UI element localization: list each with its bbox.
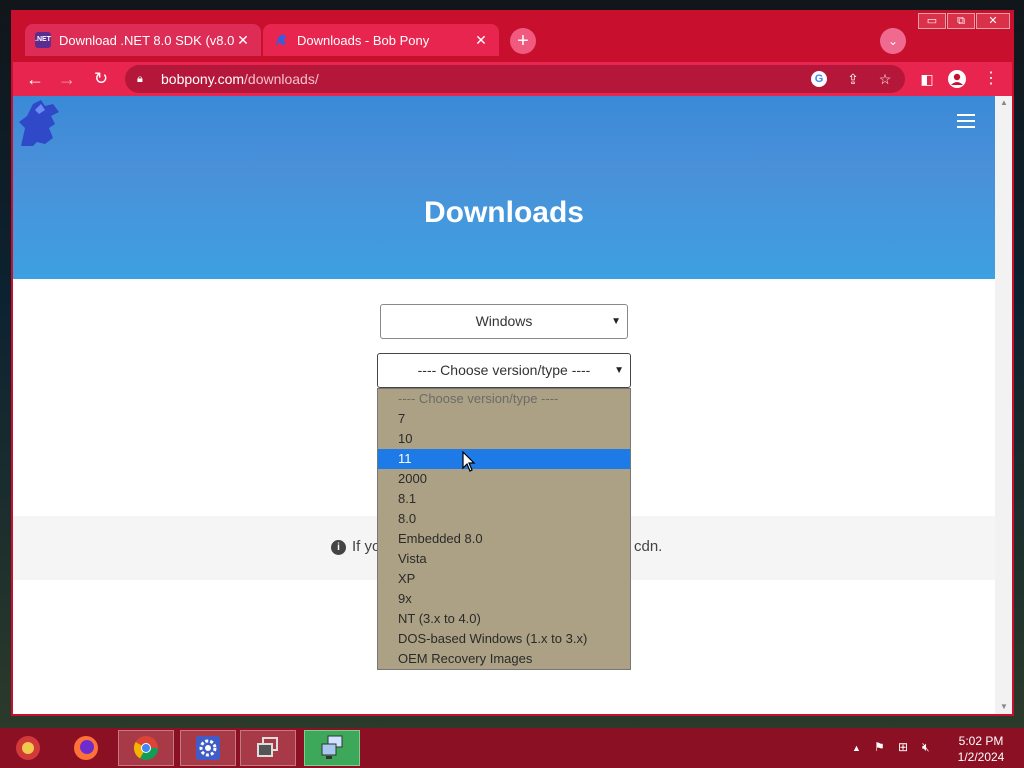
- tab-search-button[interactable]: ⌄: [880, 28, 906, 54]
- minimize-button[interactable]: ▭: [918, 13, 946, 29]
- dropdown-option[interactable]: DOS-based Windows (1.x to 3.x): [378, 629, 630, 649]
- taskbar: ▲ ⚑ ⊞ 🔇︎ 5:02 PM 1/2/2024: [0, 728, 1024, 768]
- version-select-value: ---- Choose version/type ----: [417, 362, 591, 378]
- lock-icon: 🔒︎: [137, 72, 143, 85]
- network-icon[interactable]: ⊞: [898, 740, 908, 754]
- dropdown-option-highlighted[interactable]: 11: [378, 449, 630, 469]
- mouse-cursor-icon: [462, 451, 476, 472]
- dropdown-option[interactable]: NT (3.x to 4.0): [378, 609, 630, 629]
- profile-avatar-icon[interactable]: [945, 67, 969, 91]
- task-view-icon[interactable]: [240, 730, 296, 766]
- hamburger-menu-icon[interactable]: [957, 114, 975, 128]
- tab-strip: ▭ ⧉ ✕ .NET Download .NET 8.0 SDK (v8.0.1…: [13, 12, 1012, 62]
- dropdown-option[interactable]: ---- Choose version/type ----: [378, 389, 630, 409]
- firefox-icon[interactable]: [58, 730, 114, 766]
- back-icon[interactable]: ←: [23, 67, 47, 91]
- browser-toolbar: ← → ↻ 🔒︎ bobpony.com/downloads/ G ⇪ ☆ ◧ …: [13, 62, 1012, 96]
- dropdown-option[interactable]: 8.0: [378, 509, 630, 529]
- version-dropdown-list: ---- Choose version/type ---- 7 10 11 20…: [377, 388, 631, 670]
- volume-muted-icon[interactable]: 🔇︎: [922, 740, 930, 755]
- dropdown-option[interactable]: Embedded 8.0: [378, 529, 630, 549]
- os-select-value: Windows: [475, 313, 533, 329]
- dropdown-option[interactable]: OEM Recovery Images: [378, 649, 630, 669]
- dropdown-option[interactable]: XP: [378, 569, 630, 589]
- bob-pony-favicon-icon: [273, 32, 289, 48]
- address-bar[interactable]: 🔒︎ bobpony.com/downloads/ G ⇪ ☆: [125, 65, 905, 93]
- tab-close-icon[interactable]: ✕: [235, 32, 251, 49]
- chevron-down-icon: ▼: [611, 316, 621, 327]
- info-text-left: i If yo: [331, 538, 380, 555]
- show-hidden-icons-icon[interactable]: ▲: [852, 743, 861, 753]
- tab-close-icon[interactable]: ✕: [473, 32, 489, 49]
- reload-icon[interactable]: ↻: [89, 67, 113, 91]
- tab-dotnet-sdk[interactable]: .NET Download .NET 8.0 SDK (v8.0.100 ✕: [25, 24, 261, 56]
- dropdown-option[interactable]: 2000: [378, 469, 630, 489]
- scroll-up-icon[interactable]: ▲: [1000, 98, 1008, 107]
- settings-icon[interactable]: [180, 730, 236, 766]
- os-select[interactable]: Windows ▼: [380, 304, 628, 339]
- clock-date: 1/2/2024: [957, 750, 1005, 764]
- side-panel-icon[interactable]: ◧: [915, 67, 939, 91]
- browser-window: ▭ ⧉ ✕ .NET Download .NET 8.0 SDK (v8.0.1…: [11, 10, 1014, 716]
- kebab-menu-icon[interactable]: ⋮: [979, 67, 1003, 91]
- share-icon[interactable]: ⇪: [841, 65, 865, 93]
- url-path: /downloads/: [244, 71, 319, 87]
- restore-button[interactable]: ⧉: [947, 13, 975, 29]
- tab-title: Download .NET 8.0 SDK (v8.0.100: [59, 32, 235, 48]
- tab-downloads-bob-pony[interactable]: Downloads - Bob Pony ✕: [263, 24, 499, 56]
- page-scrollbar[interactable]: ▲ ▼: [995, 96, 1012, 714]
- page-title: Downloads: [423, 196, 584, 229]
- flag-icon[interactable]: ⚑: [874, 740, 885, 754]
- dropdown-option[interactable]: Vista: [378, 549, 630, 569]
- dropdown-option[interactable]: 7: [378, 409, 630, 429]
- close-window-button[interactable]: ✕: [976, 13, 1010, 29]
- hero-banner: Downloads: [13, 96, 995, 279]
- tab-title: Downloads - Bob Pony: [297, 32, 430, 48]
- dropdown-option[interactable]: 8.1: [378, 489, 630, 509]
- network-monitor-icon[interactable]: [304, 730, 360, 766]
- bookmark-star-icon[interactable]: ☆: [873, 65, 897, 93]
- bob-pony-logo-icon[interactable]: [15, 98, 63, 148]
- scroll-down-icon[interactable]: ▼: [1000, 702, 1008, 711]
- dropdown-option[interactable]: 9x: [378, 589, 630, 609]
- new-tab-button[interactable]: +: [510, 28, 536, 54]
- info-text-right: cdn.: [634, 538, 663, 555]
- dropdown-option[interactable]: 10: [378, 429, 630, 449]
- clock-time: 5:02 PM: [958, 734, 1004, 748]
- chevron-down-icon: ▼: [614, 365, 624, 376]
- chrome-icon[interactable]: [118, 730, 174, 766]
- info-icon: i: [331, 540, 346, 555]
- page-content: Downloads Windows ▼ ---- Choose version/…: [13, 96, 995, 714]
- start-icon[interactable]: [0, 730, 56, 766]
- version-select[interactable]: ---- Choose version/type ---- ▼: [377, 353, 631, 388]
- url-host: bobpony.com: [161, 71, 245, 87]
- dotnet-favicon-icon: .NET: [35, 32, 51, 48]
- system-clock[interactable]: 5:02 PM 1/2/2024: [950, 733, 1012, 765]
- forward-icon[interactable]: →: [55, 67, 79, 91]
- google-lens-icon[interactable]: G: [811, 71, 827, 87]
